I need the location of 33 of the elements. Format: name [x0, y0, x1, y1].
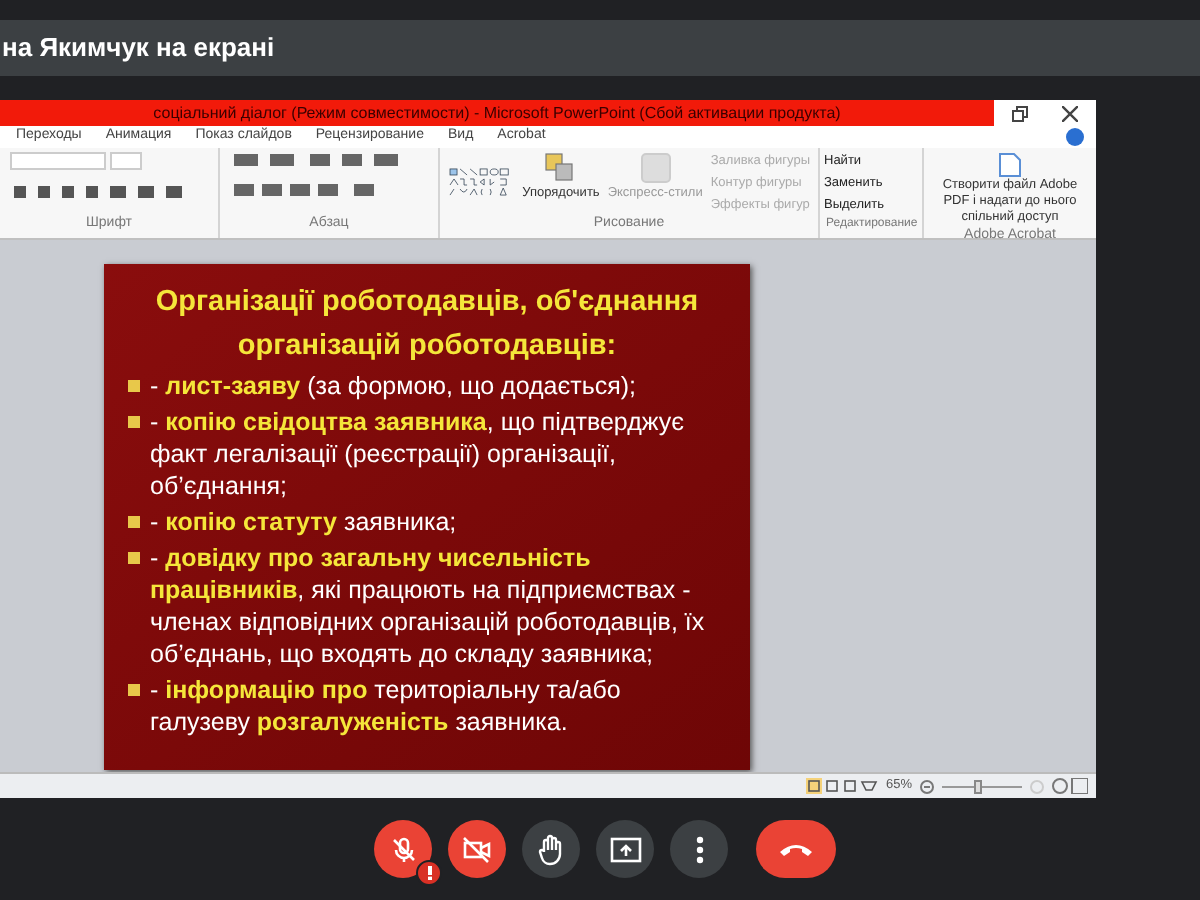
present-button[interactable] [596, 820, 654, 878]
restore-icon[interactable] [1011, 105, 1028, 121]
hangup-icon [778, 841, 814, 857]
bullet-icon [128, 416, 140, 428]
bullet-text: - довідку про загальну чисельність працівників, які працюють на підприємствах - членах відповідних організацій роботодавців, їх об’єднань, що входять до складу заявника; [150, 542, 707, 670]
font-name-field[interactable] [10, 152, 106, 170]
camera-button[interactable] [448, 820, 506, 878]
more-icon [695, 835, 703, 863]
hand-icon [537, 833, 565, 865]
camera-icon [462, 835, 492, 863]
presenter-label: на Якимчук на екрані [0, 30, 275, 67]
hang-up-button[interactable] [756, 820, 836, 878]
more-options-button[interactable] [670, 820, 728, 878]
fit-icon[interactable] [1052, 778, 1088, 794]
bullet-icon [128, 380, 140, 392]
mic-icon [389, 835, 417, 863]
bullet-text: - копію свідоцтва заявника, що підтверджує факт легалізації (реєстрації) організації, об’єднання; [150, 406, 687, 502]
present-screen-icon [609, 835, 641, 863]
slider-thumb[interactable] [974, 779, 983, 793]
raise-hand-button[interactable] [522, 820, 580, 878]
bullet-icon [128, 552, 140, 564]
bullet-text: - копію статуту заявника; [150, 506, 457, 538]
window-title: соціальний діалог (Режим совместимости) - Microsoft PowerPoint (Сбой активации продукта) [153, 101, 841, 125]
bullet-icon [128, 684, 140, 696]
font-size-field[interactable] [110, 152, 142, 170]
zoom-slider[interactable] [942, 779, 1022, 793]
bullet-text: - інформацію про територіальну та/або галузеву розгалуженість заявника. [150, 674, 623, 738]
slide-title: Організації роботодавців, об'єднання організацій роботодавців: [153, 284, 701, 366]
bullet-text: - лист-заяву (за формою, що додається); [150, 370, 637, 402]
bullet-icon [128, 516, 140, 528]
close-icon[interactable] [1062, 105, 1079, 121]
view-icons-drawing[interactable] [805, 778, 878, 794]
zoom-out-icon[interactable] [920, 779, 934, 793]
